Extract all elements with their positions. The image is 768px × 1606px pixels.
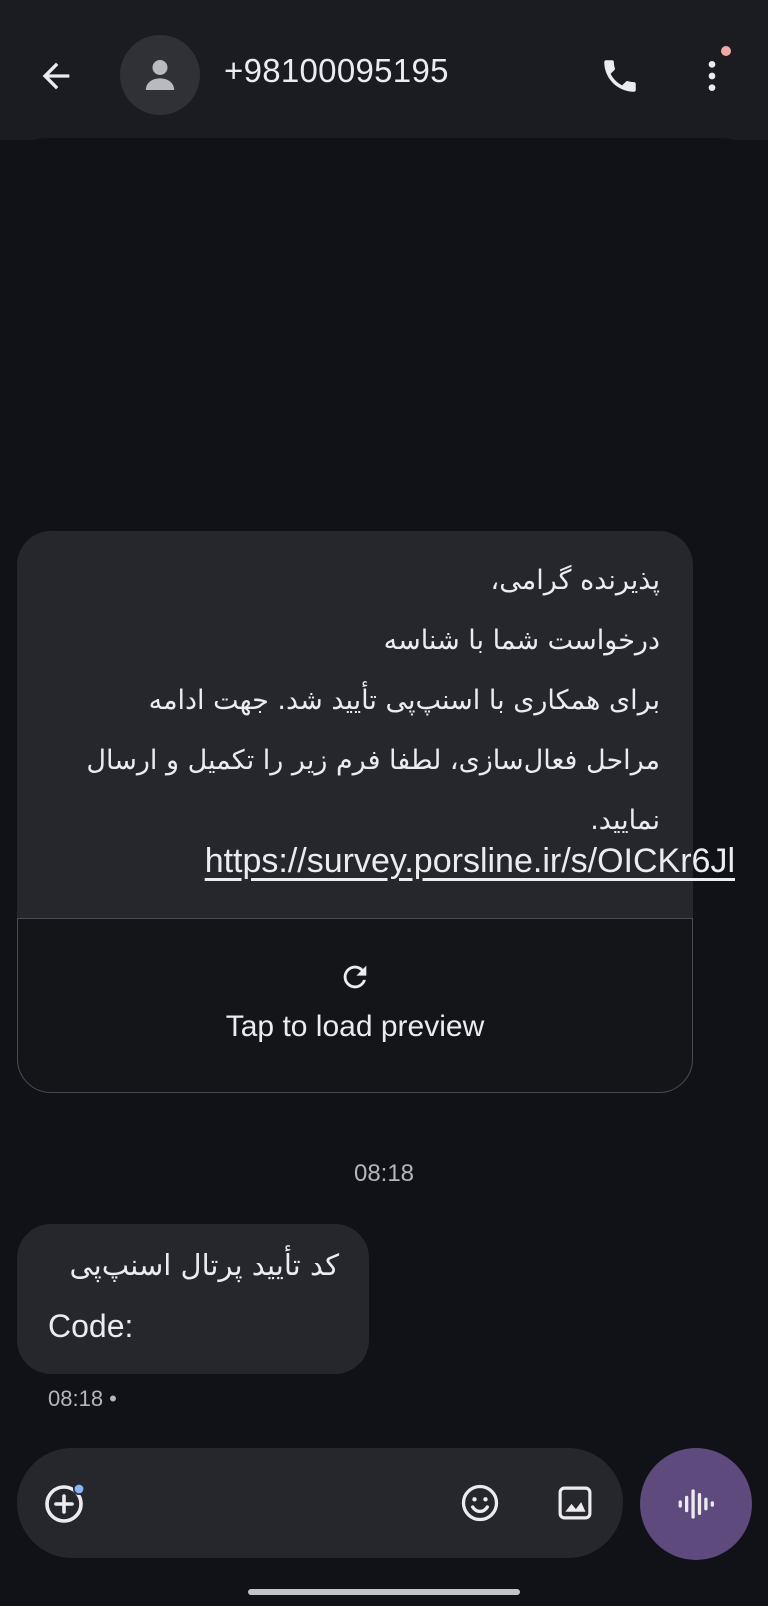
arrow-left-icon xyxy=(42,62,70,90)
add-attachment-button[interactable] xyxy=(40,1478,90,1528)
refresh-icon xyxy=(338,960,372,994)
image-icon xyxy=(558,1486,592,1520)
message-line: Code: xyxy=(48,1308,134,1344)
person-icon xyxy=(145,60,175,90)
message-line: درخواست شما با شناسه xyxy=(383,625,660,656)
emoji-button[interactable] xyxy=(455,1478,505,1528)
message-bubble[interactable]: کد تأیید پرتال اسنپ‌پی Code: xyxy=(17,1224,369,1374)
voice-waveform-icon xyxy=(678,1489,714,1519)
voice-message-button[interactable] xyxy=(640,1448,752,1560)
message-link[interactable]: https://survey.porsline.ir/s/OICKr6Jl xyxy=(205,842,735,881)
message-line: کد تأیید پرتال اسنپ‌پی xyxy=(69,1248,339,1282)
contact-name[interactable]: +98100095195 xyxy=(224,52,449,90)
message-line: پذیرنده گرامی، xyxy=(490,565,660,596)
message-line: مراحل فعال‌سازی، لطفا فرم زیر را تکمیل و… xyxy=(86,745,660,776)
message-line: برای همکاری با اسنپ‌پی تأیید شد. جهت ادا… xyxy=(148,685,660,716)
back-button[interactable] xyxy=(30,50,82,102)
gesture-nav-handle[interactable] xyxy=(248,1589,520,1595)
load-preview-label[interactable]: Tap to load preview xyxy=(17,1010,693,1044)
message-text: پذیرنده گرامی، درخواست شما با شناسه برای… xyxy=(40,551,660,851)
more-options-button[interactable] xyxy=(690,48,734,104)
contact-avatar[interactable] xyxy=(120,35,200,115)
timestamp-divider: 08:18 xyxy=(353,1160,415,1187)
phone-icon xyxy=(604,60,636,92)
link-preview-card[interactable] xyxy=(17,918,693,1093)
gallery-button[interactable] xyxy=(550,1478,600,1528)
add-circle-icon xyxy=(45,1483,85,1523)
compose-bar[interactable] xyxy=(17,1448,623,1558)
more-vert-icon xyxy=(708,61,716,91)
message-timestamp: 08:18 • xyxy=(48,1386,117,1411)
emoji-icon xyxy=(461,1484,499,1522)
call-button[interactable] xyxy=(592,48,648,104)
notification-dot xyxy=(721,46,731,56)
